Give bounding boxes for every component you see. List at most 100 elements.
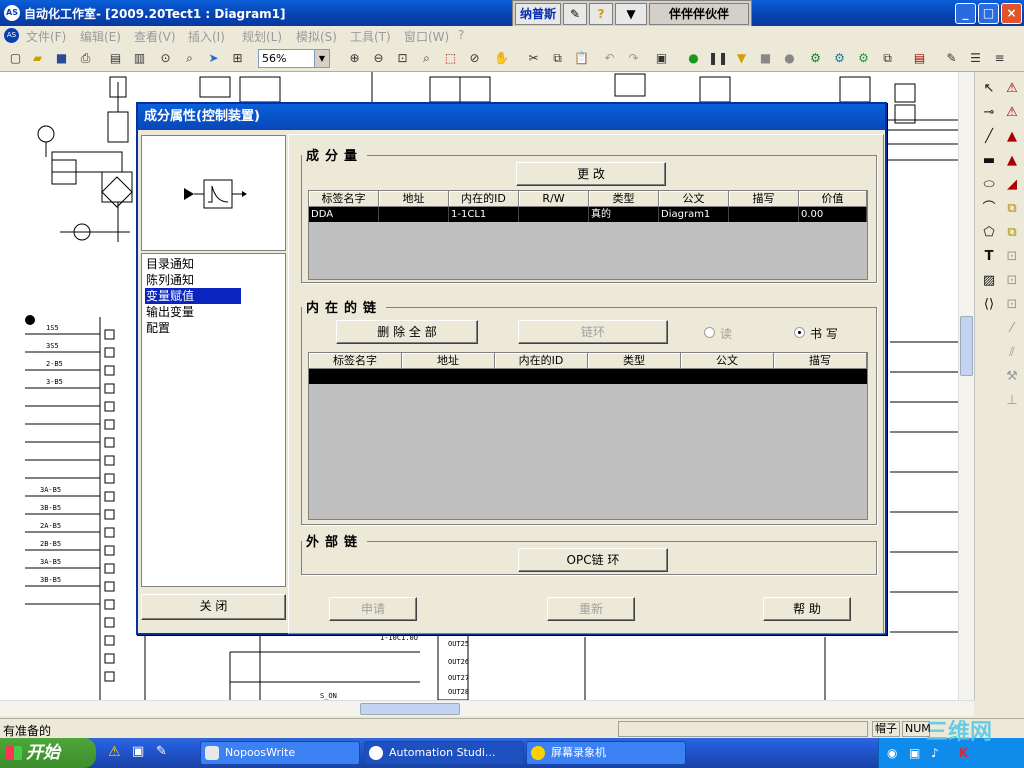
group-icon[interactable]: ⧉ bbox=[1003, 200, 1021, 218]
read-radio[interactable] bbox=[704, 327, 715, 338]
warning2-icon[interactable]: ⚠ bbox=[1003, 104, 1021, 122]
properties-icon[interactable]: ▣ bbox=[652, 49, 671, 68]
close-button[interactable]: 关 闭 bbox=[141, 594, 286, 620]
image-tool-icon[interactable]: ▨ bbox=[980, 272, 998, 290]
write-radio[interactable] bbox=[794, 327, 805, 338]
column-header[interactable]: 类型 bbox=[588, 353, 681, 369]
copy-icon[interactable]: ⧉ bbox=[548, 49, 567, 68]
code-tool-icon[interactable]: ⟨⟩ bbox=[980, 296, 998, 314]
column-header[interactable]: 标签名字 bbox=[309, 353, 402, 369]
nav-item-variable-assignment[interactable]: 变量赋值 bbox=[145, 288, 241, 304]
tray-icon[interactable]: ▣ bbox=[909, 746, 920, 760]
table-row[interactable]: DDA 1-1CL1 真的 Diagram1 0.00 bbox=[309, 207, 867, 222]
network-icon[interactable]: ⚙ bbox=[854, 49, 873, 68]
task-screen-recorder[interactable]: 屏幕录象机 bbox=[526, 741, 686, 765]
print-icon[interactable]: ⎙ bbox=[76, 49, 95, 68]
apply-button[interactable]: 申请 bbox=[329, 597, 417, 621]
link-button[interactable]: 链环 bbox=[518, 320, 668, 344]
help-icon[interactable]: ? bbox=[589, 3, 613, 25]
zoom-icon[interactable]: ⌕ bbox=[180, 49, 199, 68]
menu-help[interactable]: ? bbox=[458, 28, 464, 42]
zoom-out-icon[interactable]: ⊖ bbox=[369, 49, 388, 68]
select-area-icon[interactable]: ⬚ bbox=[441, 49, 460, 68]
tool2-icon[interactable]: ⊥ bbox=[1003, 392, 1021, 410]
hatch-icon[interactable]: ⫽ bbox=[1003, 344, 1021, 362]
menu-view[interactable]: 查看(V) bbox=[134, 28, 176, 45]
column-header[interactable]: 描写 bbox=[774, 353, 867, 369]
column-header[interactable]: 价值 bbox=[799, 191, 867, 207]
layers-icon[interactable]: ⧉ bbox=[878, 49, 897, 68]
quicklaunch-icon[interactable]: ▣ bbox=[132, 744, 144, 759]
zoom-fit-icon[interactable]: ⊡ bbox=[393, 49, 412, 68]
tray-icon[interactable]: ♪ bbox=[931, 746, 939, 760]
run-icon[interactable]: ● bbox=[684, 49, 703, 68]
align-icon[interactable]: ⊡ bbox=[1003, 248, 1021, 266]
change-button[interactable]: 更 改 bbox=[516, 162, 666, 186]
connector-icon[interactable]: ⊸ bbox=[980, 104, 998, 122]
start-button[interactable]: 开始 bbox=[0, 738, 96, 768]
cut-icon[interactable]: ✂ bbox=[524, 49, 543, 68]
hand-icon[interactable]: ✋ bbox=[492, 49, 511, 68]
rectangle-tool-icon[interactable]: ▬ bbox=[980, 152, 998, 170]
column-header[interactable]: 类型 bbox=[589, 191, 659, 207]
component-icon[interactable]: ⚙ bbox=[806, 49, 825, 68]
vertical-scrollbar[interactable] bbox=[958, 72, 974, 700]
zoom-select[interactable]: 56% ▼ bbox=[258, 49, 330, 68]
close-window-button[interactable]: × bbox=[1001, 3, 1022, 24]
stop-icon[interactable]: ■ bbox=[756, 49, 775, 68]
warning-tray-icon[interactable]: ⚠ bbox=[108, 744, 121, 760]
zoom-window-icon[interactable]: ⌕ bbox=[417, 49, 436, 68]
column-header[interactable]: 描写 bbox=[729, 191, 799, 207]
column-header[interactable]: R/W bbox=[519, 191, 589, 207]
column-header[interactable]: 公文 bbox=[681, 353, 774, 369]
column-header[interactable]: 地址 bbox=[379, 191, 449, 207]
slash-icon[interactable]: ⁄ bbox=[1003, 320, 1021, 338]
pointer-icon[interactable]: ↖ bbox=[980, 80, 998, 98]
column-header[interactable]: 内在的ID bbox=[495, 353, 588, 369]
triangle3-icon[interactable]: ◢ bbox=[1003, 176, 1021, 194]
nav-item-directory-notice[interactable]: 目录通知 bbox=[145, 256, 241, 272]
paste-icon[interactable]: 📋 bbox=[572, 49, 591, 68]
save-icon[interactable]: ■ bbox=[52, 49, 71, 68]
reset-button[interactable]: 重新 bbox=[547, 597, 635, 621]
menu-simulate[interactable]: 模拟(S) bbox=[296, 28, 337, 45]
line-style-icon[interactable]: ≡ bbox=[990, 49, 1009, 68]
open-icon[interactable]: ▰ bbox=[28, 49, 47, 68]
triangle2-icon[interactable]: ▲ bbox=[1003, 152, 1021, 170]
file2-icon[interactable]: ▥ bbox=[130, 49, 149, 68]
pause-icon[interactable]: ❚❚ bbox=[708, 49, 728, 68]
column-header[interactable]: 公文 bbox=[659, 191, 729, 207]
menu-window[interactable]: 窗口(W) bbox=[404, 28, 449, 45]
polygon-tool-icon[interactable]: ⬠ bbox=[980, 224, 998, 242]
delete-all-button[interactable]: 删 除 全 部 bbox=[336, 320, 478, 344]
pen-quicklaunch-icon[interactable]: ✎ bbox=[156, 744, 167, 759]
arc-tool-icon[interactable]: ⌒ bbox=[980, 200, 998, 218]
redo-icon[interactable]: ↷ bbox=[624, 49, 643, 68]
tray-icon[interactable]: ◉ bbox=[887, 746, 897, 760]
align2-icon[interactable]: ⊡ bbox=[1003, 272, 1021, 290]
find-icon[interactable]: ⊙ bbox=[156, 49, 175, 68]
tray-icon[interactable]: K bbox=[959, 746, 968, 760]
file-icon[interactable]: ▤ bbox=[106, 49, 125, 68]
group2-icon[interactable]: ⧉ bbox=[1003, 224, 1021, 242]
library-icon[interactable]: ⚙ bbox=[830, 49, 849, 68]
zoom-in-icon[interactable]: ⊕ bbox=[345, 49, 364, 68]
horizontal-scrollbar[interactable] bbox=[0, 700, 974, 716]
ellipse-tool-icon[interactable]: ⬭ bbox=[980, 176, 998, 194]
warning-icon[interactable]: ⚠ bbox=[1003, 80, 1021, 98]
minimize-button[interactable]: _ bbox=[955, 3, 976, 24]
menu-tools[interactable]: 工具(T) bbox=[350, 28, 391, 45]
column-header[interactable]: 内在的ID bbox=[449, 191, 519, 207]
help-button[interactable]: 帮 助 bbox=[763, 597, 851, 621]
menu-edit[interactable]: 编辑(E) bbox=[80, 28, 121, 45]
arrow-tool-icon[interactable]: ➤ bbox=[204, 49, 223, 68]
record-icon[interactable]: ● bbox=[780, 49, 799, 68]
column-header[interactable]: 标签名字 bbox=[309, 191, 379, 207]
chart-icon[interactable]: ▤ bbox=[910, 49, 929, 68]
doc-icon[interactable]: AS bbox=[4, 28, 19, 43]
ime-label[interactable]: 纳普斯 bbox=[515, 3, 561, 25]
table-row[interactable] bbox=[309, 369, 867, 384]
pen-icon[interactable]: ✎ bbox=[563, 3, 587, 25]
zoom-reset-icon[interactable]: ⊘ bbox=[465, 49, 484, 68]
menu-layout[interactable]: 规划(L) bbox=[242, 28, 282, 45]
